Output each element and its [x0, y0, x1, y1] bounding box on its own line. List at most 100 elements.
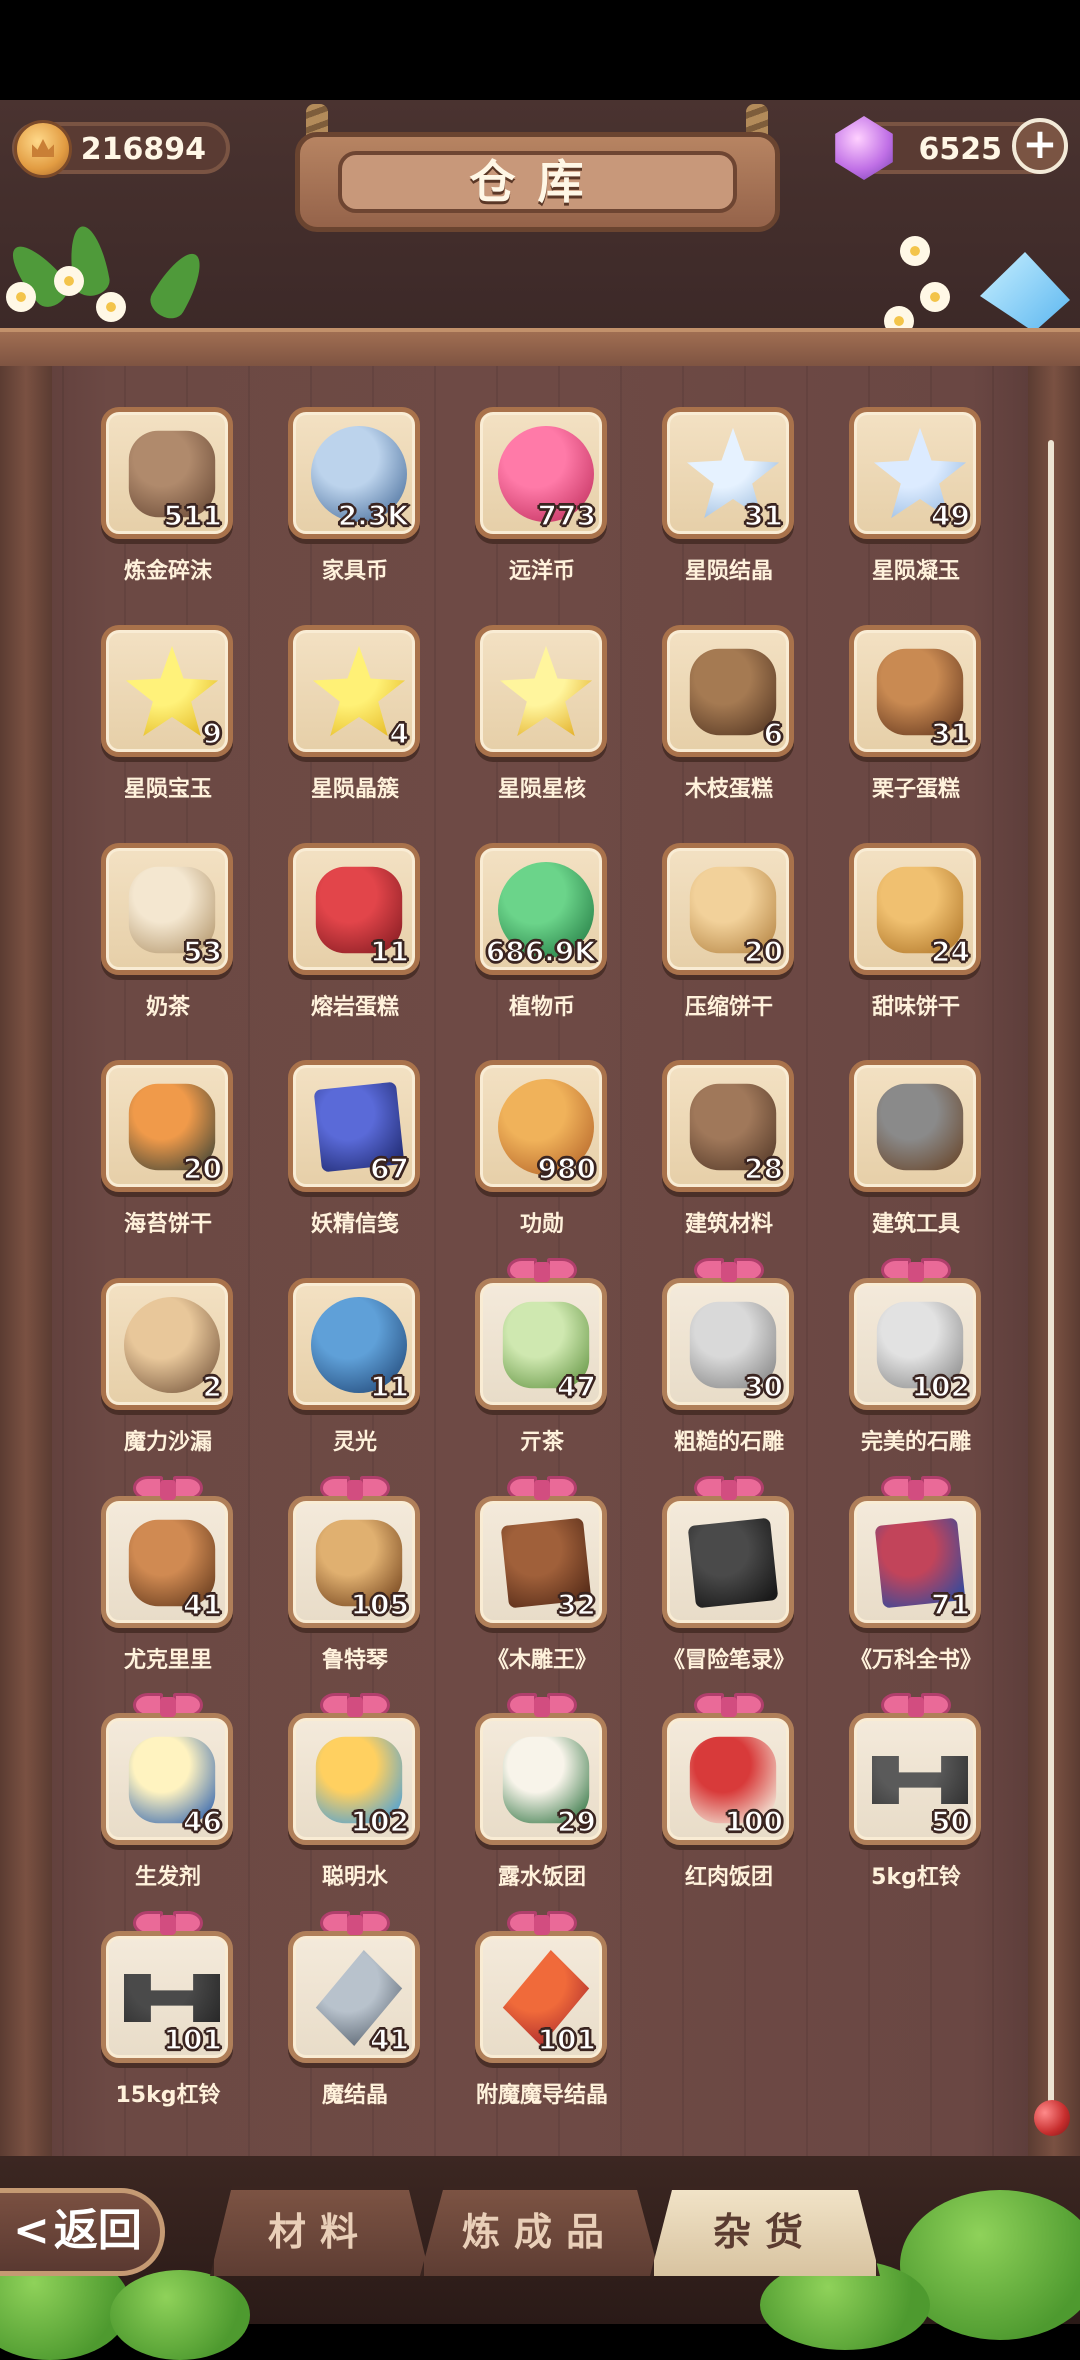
inventory-item[interactable]: 建筑工具 [849, 1060, 983, 1250]
inventory-item[interactable]: 105 鲁特琴 [288, 1476, 422, 1686]
scrollbar[interactable] [1048, 440, 1054, 2120]
item-tile[interactable]: 2 [101, 1278, 233, 1410]
inventory-item[interactable]: 46 生发剂 [101, 1693, 235, 1903]
item-tile[interactable]: 102 [849, 1278, 981, 1410]
item-tile[interactable]: 50 [849, 1713, 981, 1845]
item-name: 压缩饼干 [684, 995, 773, 1020]
back-button[interactable]: <返回 [0, 2188, 165, 2276]
item-name: 《冒险笔录》 [662, 1648, 795, 1673]
item-tile[interactable]: 71 [849, 1496, 981, 1628]
item-tile[interactable]: 28 [662, 1060, 794, 1192]
item-tile[interactable]: 30 [662, 1278, 794, 1410]
item-tile[interactable]: 41 [101, 1496, 233, 1628]
inventory-item[interactable]: 29 露水饭团 [475, 1693, 609, 1903]
item-tile[interactable]: 773 [475, 407, 607, 539]
inventory-item[interactable]: 31 星陨结晶 [662, 407, 796, 597]
inventory-item[interactable]: 980 功勋 [475, 1060, 609, 1250]
item-count: 29 [556, 1804, 596, 1839]
inventory-item[interactable]: 102 完美的石雕 [849, 1258, 983, 1468]
item-tile[interactable]: 31 [662, 407, 794, 539]
gem-currency[interactable]: 6525 + [835, 116, 1068, 180]
inventory-item[interactable]: 686.9K 植物币 [475, 843, 609, 1033]
inventory-item[interactable]: 41 尤克里里 [101, 1476, 235, 1686]
ladybug-icon [1034, 2100, 1070, 2136]
inventory-item[interactable]: 《冒险笔录》 [662, 1476, 796, 1686]
inventory-item[interactable]: 71 《万科全书》 [849, 1476, 983, 1686]
item-tile[interactable]: 980 [475, 1060, 607, 1192]
inventory-item[interactable]: 2 魔力沙漏 [101, 1278, 235, 1468]
item-tile[interactable] [475, 625, 607, 757]
item-tile[interactable]: 32 [475, 1496, 607, 1628]
item-tile[interactable]: 9 [101, 625, 233, 757]
gold-currency[interactable]: 216894 [12, 120, 230, 178]
inventory-item[interactable]: 2.3K 家具币 [288, 407, 422, 597]
inventory-item[interactable]: 53 奶茶 [101, 843, 235, 1033]
item-tile[interactable]: 2.3K [288, 407, 420, 539]
item-tile[interactable] [662, 1496, 794, 1628]
ribbon-knot [908, 1480, 924, 1500]
item-tile[interactable]: 31 [849, 625, 981, 757]
tab-groceries[interactable]: 杂货 [650, 2186, 880, 2276]
item-count: 20 [182, 1151, 222, 1186]
item-tile[interactable] [849, 1060, 981, 1192]
item-tile[interactable]: 49 [849, 407, 981, 539]
inventory-item[interactable]: 星陨星核 [475, 625, 609, 815]
item-name: 海苔饼干 [123, 1212, 212, 1237]
item-name: 星陨星核 [497, 777, 586, 802]
item-tile[interactable]: 47 [475, 1278, 607, 1410]
inventory-item[interactable]: 31 栗子蛋糕 [849, 625, 983, 815]
tab-materials[interactable]: 材料 [210, 2186, 430, 2276]
inventory-item[interactable]: 101 附魔魔导结晶 [475, 1911, 609, 2121]
inventory-item[interactable]: 773 远洋币 [475, 407, 609, 597]
inventory-item[interactable]: 49 星陨凝玉 [849, 407, 983, 597]
inventory-item[interactable]: 24 甜味饼干 [849, 843, 983, 1033]
item-tile[interactable]: 6 [662, 625, 794, 757]
item-tile[interactable]: 101 [101, 1931, 233, 2063]
add-gems-button[interactable]: + [1012, 118, 1068, 174]
inventory-item[interactable]: 511 炼金碎沫 [101, 407, 235, 597]
item-count: 102 [350, 1804, 410, 1839]
item-tile[interactable]: 11 [288, 1278, 420, 1410]
item-tile[interactable]: 41 [288, 1931, 420, 2063]
item-tile[interactable]: 686.9K [475, 843, 607, 975]
inventory-item[interactable]: 11 熔岩蛋糕 [288, 843, 422, 1033]
inventory-item[interactable]: 11 灵光 [288, 1278, 422, 1468]
item-count: 67 [369, 1151, 409, 1186]
item-tile[interactable]: 46 [101, 1713, 233, 1845]
inventory-item[interactable]: 102 聪明水 [288, 1693, 422, 1903]
item-tile[interactable]: 29 [475, 1713, 607, 1845]
item-name: 5kg杠铃 [871, 1865, 961, 1890]
inventory-item[interactable]: 30 粗糙的石雕 [662, 1258, 796, 1468]
item-tile[interactable]: 100 [662, 1713, 794, 1845]
item-tile[interactable]: 20 [662, 843, 794, 975]
inventory-item[interactable]: 32 《木雕王》 [475, 1476, 609, 1686]
tab-label: 材料 [267, 2210, 372, 2254]
inventory-item[interactable]: 101 15kg杠铃 [101, 1911, 235, 2121]
inventory-item[interactable]: 20 海苔饼干 [101, 1060, 235, 1250]
item-tile[interactable]: 20 [101, 1060, 233, 1192]
inventory-item[interactable]: 4 星陨晶簇 [288, 625, 422, 815]
item-tile[interactable]: 105 [288, 1496, 420, 1628]
item-tile[interactable]: 11 [288, 843, 420, 975]
item-name: 熔岩蛋糕 [310, 995, 399, 1020]
item-tile[interactable]: 24 [849, 843, 981, 975]
inventory-item[interactable]: 9 星陨宝玉 [101, 625, 235, 815]
inventory-item[interactable]: 67 妖精信笺 [288, 1060, 422, 1250]
item-tile[interactable]: 511 [101, 407, 233, 539]
item-tile[interactable]: 102 [288, 1713, 420, 1845]
inventory-item[interactable]: 100 红肉饭团 [662, 1693, 796, 1903]
item-tile[interactable]: 101 [475, 1931, 607, 2063]
item-tile[interactable]: 67 [288, 1060, 420, 1192]
inventory-item[interactable]: 20 压缩饼干 [662, 843, 796, 1033]
item-tile[interactable]: 53 [101, 843, 233, 975]
tab-crafted[interactable]: 炼成品 [420, 2186, 660, 2276]
inventory-item[interactable]: 28 建筑材料 [662, 1060, 796, 1250]
inventory-item[interactable]: 50 5kg杠铃 [849, 1693, 983, 1903]
item-count: 31 [743, 498, 783, 533]
inventory-item[interactable]: 6 木枝蛋糕 [662, 625, 796, 815]
item-tile[interactable]: 4 [288, 625, 420, 757]
inventory-item[interactable]: 41 魔结晶 [288, 1911, 422, 2121]
item-count: 100 [724, 1804, 784, 1839]
item-count: 101 [163, 2022, 223, 2057]
inventory-item[interactable]: 47 亓茶 [475, 1258, 609, 1468]
